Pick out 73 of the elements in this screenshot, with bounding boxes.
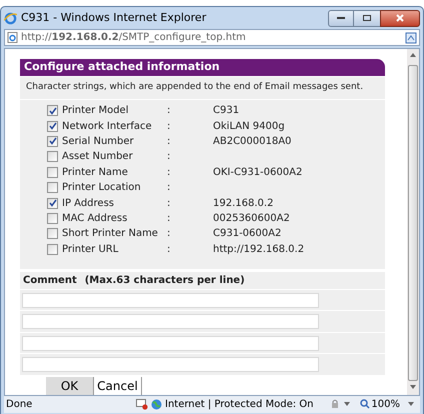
form-button[interactable]: OK [46, 376, 94, 395]
checkbox[interactable] [47, 228, 58, 240]
option-label: Printer Location [62, 181, 142, 196]
option-label: IP Address [62, 196, 115, 211]
option-value: 0025360600A2 [213, 212, 290, 226]
zoom-icon [360, 399, 370, 410]
option-value: OKI-C931-0600A2 [213, 166, 302, 180]
comment-input[interactable] [22, 314, 319, 330]
dropdown-caret-icon [408, 402, 414, 406]
page-icon [7, 32, 18, 43]
checkbox[interactable] [47, 182, 58, 194]
checkbox[interactable] [47, 120, 58, 132]
scroll-thumb[interactable] [408, 65, 418, 381]
option-value: OkiLAN 9400g [213, 120, 285, 134]
separator-colon: : [167, 104, 172, 118]
checkbox[interactable] [47, 198, 58, 209]
checkbox[interactable] [47, 212, 58, 224]
option-label: Printer Name [62, 166, 129, 180]
separator-colon: : [167, 120, 172, 134]
browser-logo-icon [4, 12, 17, 24]
option-value: C931-0600A2 [213, 227, 282, 242]
option-label: Printer URL [62, 242, 120, 257]
checkbox[interactable] [47, 244, 58, 255]
comment-input[interactable] [22, 336, 319, 351]
window-title: C931 - Windows Internet Explorer [21, 10, 206, 26]
option-value: AB2C000018A0 [213, 134, 292, 149]
lock-icon [330, 399, 340, 410]
option-label: Short Printer Name [62, 227, 159, 242]
option-label: Network Interface [62, 120, 153, 134]
separator-colon: : [167, 166, 172, 180]
option-label: MAC Address [62, 212, 128, 226]
option-value: http://192.168.0.2 [213, 242, 304, 257]
maximize-button[interactable] [354, 10, 380, 26]
scrollbar[interactable] [407, 49, 419, 395]
checkbox[interactable] [47, 136, 58, 147]
separator-colon: : [167, 196, 172, 211]
blocked-popup-icon [136, 398, 148, 410]
minimize-icon [337, 17, 345, 19]
option-value: 192.168.0.2 [213, 196, 274, 211]
close-button[interactable] [380, 10, 420, 26]
comment-hint: (Max.63 characters per line) [84, 274, 245, 288]
url-text: http://192.168.0.2/SMTP_configure_top.htm [21, 31, 246, 45]
option-label: Asset Number [62, 150, 134, 164]
description-row: Character strings, which are appended to the end of Email messages sent. [20, 77, 385, 99]
comment-input[interactable] [22, 292, 319, 308]
dropdown-caret-icon [344, 402, 350, 406]
checkmark-icon [48, 199, 56, 208]
option-value: C931 [213, 104, 240, 118]
scroll-up-icon [410, 53, 416, 57]
option-label: Serial Number [62, 134, 135, 149]
separator-colon: : [167, 150, 172, 164]
scroll-down-icon [410, 384, 416, 389]
separator-colon: : [167, 227, 172, 242]
close-icon [396, 14, 404, 22]
zone-text: Internet | Protected Mode: On [165, 398, 314, 412]
comment-title: Comment [23, 274, 77, 288]
compatibility-icon [405, 32, 417, 44]
status-text: Done [5, 398, 34, 412]
maximize-icon [363, 15, 371, 21]
globe-icon [151, 398, 162, 410]
checkbox[interactable] [47, 166, 58, 178]
separator-colon: : [167, 212, 172, 226]
separator-colon: : [167, 181, 172, 196]
address-bar[interactable]: http://192.168.0.2/SMTP_configure_top.htm [4, 29, 420, 46]
zoom-level[interactable]: 100% [371, 396, 400, 412]
option-label: Printer Model [62, 104, 130, 118]
checkbox[interactable] [47, 105, 58, 116]
separator-colon: : [167, 242, 172, 257]
section-header: Configure attached information [20, 59, 385, 76]
comment-input[interactable] [22, 357, 319, 372]
checkbox[interactable] [47, 151, 58, 162]
separator-colon: : [167, 134, 172, 149]
minimize-button[interactable] [328, 10, 354, 26]
